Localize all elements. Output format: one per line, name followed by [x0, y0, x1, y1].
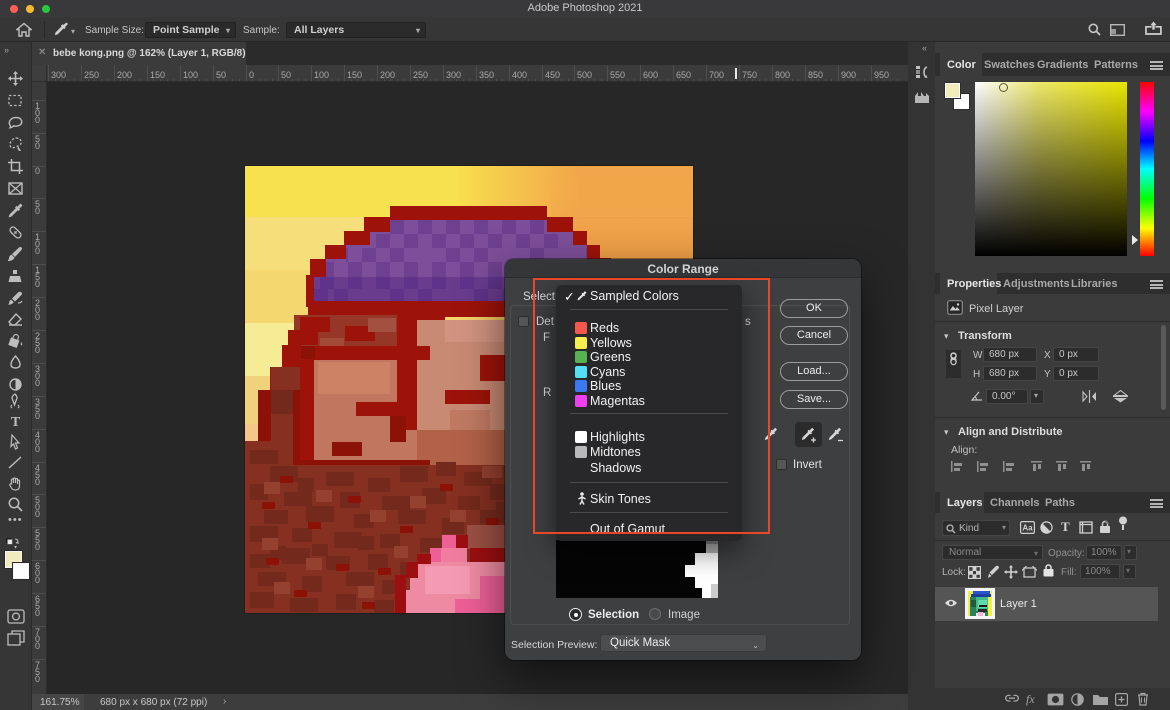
svg-text:T: T: [11, 415, 21, 430]
svg-text:Aa: Aa: [1022, 524, 1033, 533]
